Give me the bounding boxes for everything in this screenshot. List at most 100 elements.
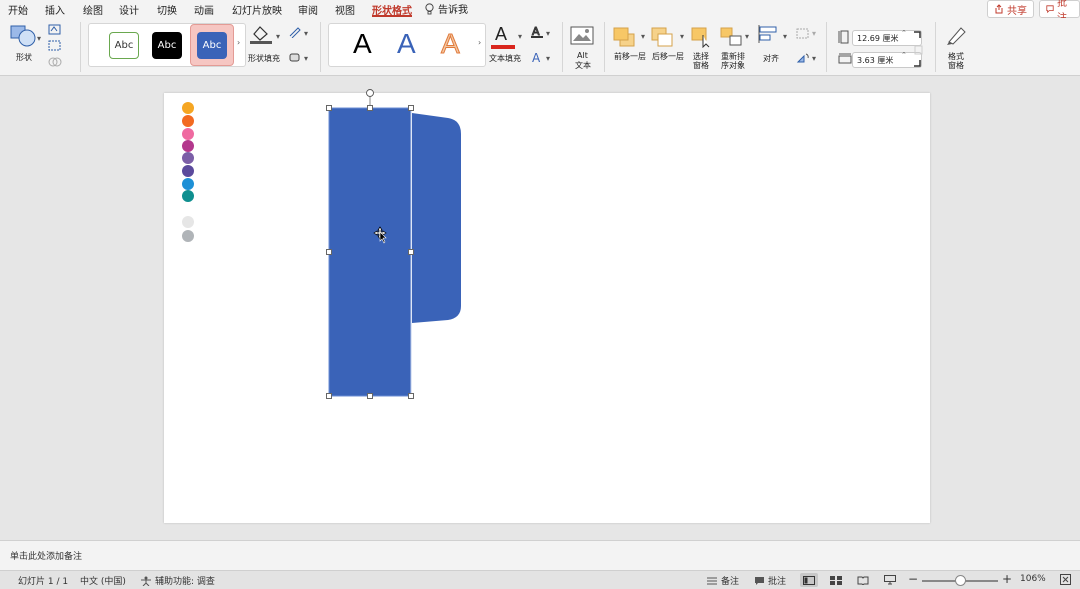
resize-handle-bottom-left[interactable] <box>326 393 332 399</box>
resize-handle-top-right[interactable] <box>408 105 414 111</box>
shape-outline-icon[interactable] <box>288 26 302 41</box>
text-fill-letter-icon: A <box>495 24 508 44</box>
notes-toggle-button[interactable]: 备注 <box>706 574 739 587</box>
rotate-dropdown-icon[interactable]: ▾ <box>812 54 816 63</box>
palette-dot-pink <box>182 128 194 140</box>
zoom-level[interactable]: 106% <box>1020 574 1046 584</box>
wordart-orange-outline[interactable]: A <box>441 28 461 60</box>
palette-dot-orange <box>182 102 194 114</box>
resize-handle-right[interactable] <box>408 249 414 255</box>
status-bar: 幻灯片 1 / 1 中文 (中国) 辅助功能: 调查 备注 批注 − + 106… <box>0 570 1080 589</box>
accessibility-status[interactable]: 辅助功能: 调查 <box>140 574 215 587</box>
wordart-black[interactable]: A <box>353 28 372 60</box>
merge-shapes-icon[interactable] <box>48 56 62 71</box>
tab-review[interactable]: 审阅 <box>298 2 318 17</box>
reading-view-button[interactable] <box>854 573 872 587</box>
align-button[interactable]: 对齐 <box>757 24 789 68</box>
tell-me-label: 告诉我 <box>438 5 468 16</box>
tab-animations[interactable]: 动画 <box>194 2 214 17</box>
shape-effects-dropdown-icon[interactable]: ▾ <box>304 54 308 63</box>
shapes-dropdown-icon[interactable]: ▾ <box>37 34 41 43</box>
shape-style-gallery: Abc Abc Abc <box>88 23 246 67</box>
ribbon: 形状 ▾ ‹ Abc Abc Abc › 形状填充 ▾ ▾ ▾ A A A <box>0 18 1080 76</box>
reorder-dropdown-icon[interactable]: ▾ <box>745 32 749 41</box>
share-button[interactable]: 共享 <box>987 0 1034 18</box>
book-icon <box>857 576 869 585</box>
language-indicator[interactable]: 中文 (中国) <box>80 574 126 587</box>
shape-effects-icon[interactable] <box>288 51 302 66</box>
share-icon <box>995 4 1003 14</box>
palette-dot-gray <box>182 230 194 242</box>
wordart-next-icon[interactable]: › <box>478 38 481 47</box>
edit-shape-icon[interactable] <box>48 24 62 39</box>
resize-handle-left[interactable] <box>326 249 332 255</box>
slide-shapes[interactable] <box>320 86 470 404</box>
slide[interactable] <box>164 93 930 523</box>
text-fill-button[interactable]: A 文本填充 <box>489 24 525 68</box>
tab-draw[interactable]: 绘图 <box>83 2 103 17</box>
fit-to-window-icon[interactable] <box>1060 574 1071 588</box>
wordart-blue[interactable]: A <box>397 28 416 60</box>
text-effects-icon[interactable]: A <box>530 50 544 67</box>
format-pane-button[interactable]: 格式 窗格 <box>945 24 971 70</box>
shapes-button[interactable]: 形状 <box>10 24 42 64</box>
tab-insert[interactable]: 插入 <box>45 2 65 17</box>
zoom-in-button[interactable]: + <box>1002 572 1012 586</box>
height-icon <box>838 30 850 47</box>
zoom-slider[interactable] <box>922 575 998 586</box>
group-dropdown-icon[interactable]: ▾ <box>812 29 816 38</box>
palette-dot-light-gray <box>182 216 194 228</box>
text-fill-label: 文本填充 <box>489 54 521 63</box>
format-pane-icon <box>947 27 966 45</box>
shape-fill-dropdown-icon[interactable]: ▾ <box>276 32 280 41</box>
shape-fill-button[interactable]: 形状填充 <box>248 24 284 68</box>
tab-transitions[interactable]: 切换 <box>157 2 177 17</box>
text-fill-dropdown-icon[interactable]: ▾ <box>518 32 522 41</box>
resize-handle-bottom[interactable] <box>367 393 373 399</box>
tab-home[interactable]: 开始 <box>8 2 28 17</box>
gallery-next-icon[interactable]: › <box>237 38 240 47</box>
shape-style-blue[interactable]: Abc <box>197 32 227 59</box>
separator <box>604 22 605 72</box>
shape-outline-dropdown-icon[interactable]: ▾ <box>304 29 308 38</box>
text-effects-dropdown-icon[interactable]: ▾ <box>546 54 550 63</box>
zoom-out-button[interactable]: − <box>908 572 918 586</box>
group-objects-icon[interactable] <box>796 28 810 43</box>
palette-dot-magenta <box>182 140 194 152</box>
resize-handle-top-left[interactable] <box>326 105 332 111</box>
alt-text-button[interactable]: Alt 文本 <box>570 26 596 72</box>
width-spinner[interactable]: ⌃ <box>901 51 907 59</box>
send-backward-dropdown-icon[interactable]: ▾ <box>680 32 684 41</box>
bring-forward-icon <box>613 27 635 47</box>
selection-pane-icon <box>691 27 710 49</box>
tab-design[interactable]: 设计 <box>119 2 139 17</box>
tab-view[interactable]: 视图 <box>335 2 355 17</box>
tab-slideshow[interactable]: 幻灯片放映 <box>232 2 282 17</box>
tell-me[interactable]: 告诉我 <box>425 1 468 16</box>
comments-toggle-button[interactable]: 批注 <box>754 574 786 587</box>
crop-corner-icon[interactable] <box>912 30 924 73</box>
normal-view-button[interactable] <box>800 573 818 587</box>
selection-pane-button[interactable]: 选择 窗格 <box>690 26 716 70</box>
resize-handle-bottom-right[interactable] <box>408 393 414 399</box>
notes-icon <box>707 577 717 585</box>
alt-text-label-2: 文本 <box>575 61 591 70</box>
notes-pane[interactable]: 单击此处添加备注 <box>0 540 1080 570</box>
reorder-label-2: 序对象 <box>721 61 745 70</box>
align-dropdown-icon[interactable]: ▾ <box>783 32 787 41</box>
resize-handle-top[interactable] <box>367 105 373 111</box>
bring-forward-dropdown-icon[interactable]: ▾ <box>641 32 645 41</box>
shape-fill-label: 形状填充 <box>248 54 280 63</box>
shape-style-outline[interactable]: Abc <box>109 32 139 59</box>
text-outline-icon[interactable]: A <box>530 24 544 41</box>
height-spinner[interactable]: ⌃ <box>901 29 907 37</box>
active-tab-indicator <box>372 15 412 17</box>
slide-sorter-view-button[interactable] <box>827 573 845 587</box>
textbox-icon[interactable] <box>48 40 62 55</box>
slideshow-view-button[interactable] <box>881 573 899 587</box>
text-outline-dropdown-icon[interactable]: ▾ <box>546 29 550 38</box>
rotate-icon[interactable] <box>796 52 810 67</box>
shape-style-dark[interactable]: Abc <box>152 32 182 59</box>
zoom-slider-thumb[interactable] <box>954 575 966 586</box>
comments-button[interactable]: 批注 <box>1039 0 1080 24</box>
